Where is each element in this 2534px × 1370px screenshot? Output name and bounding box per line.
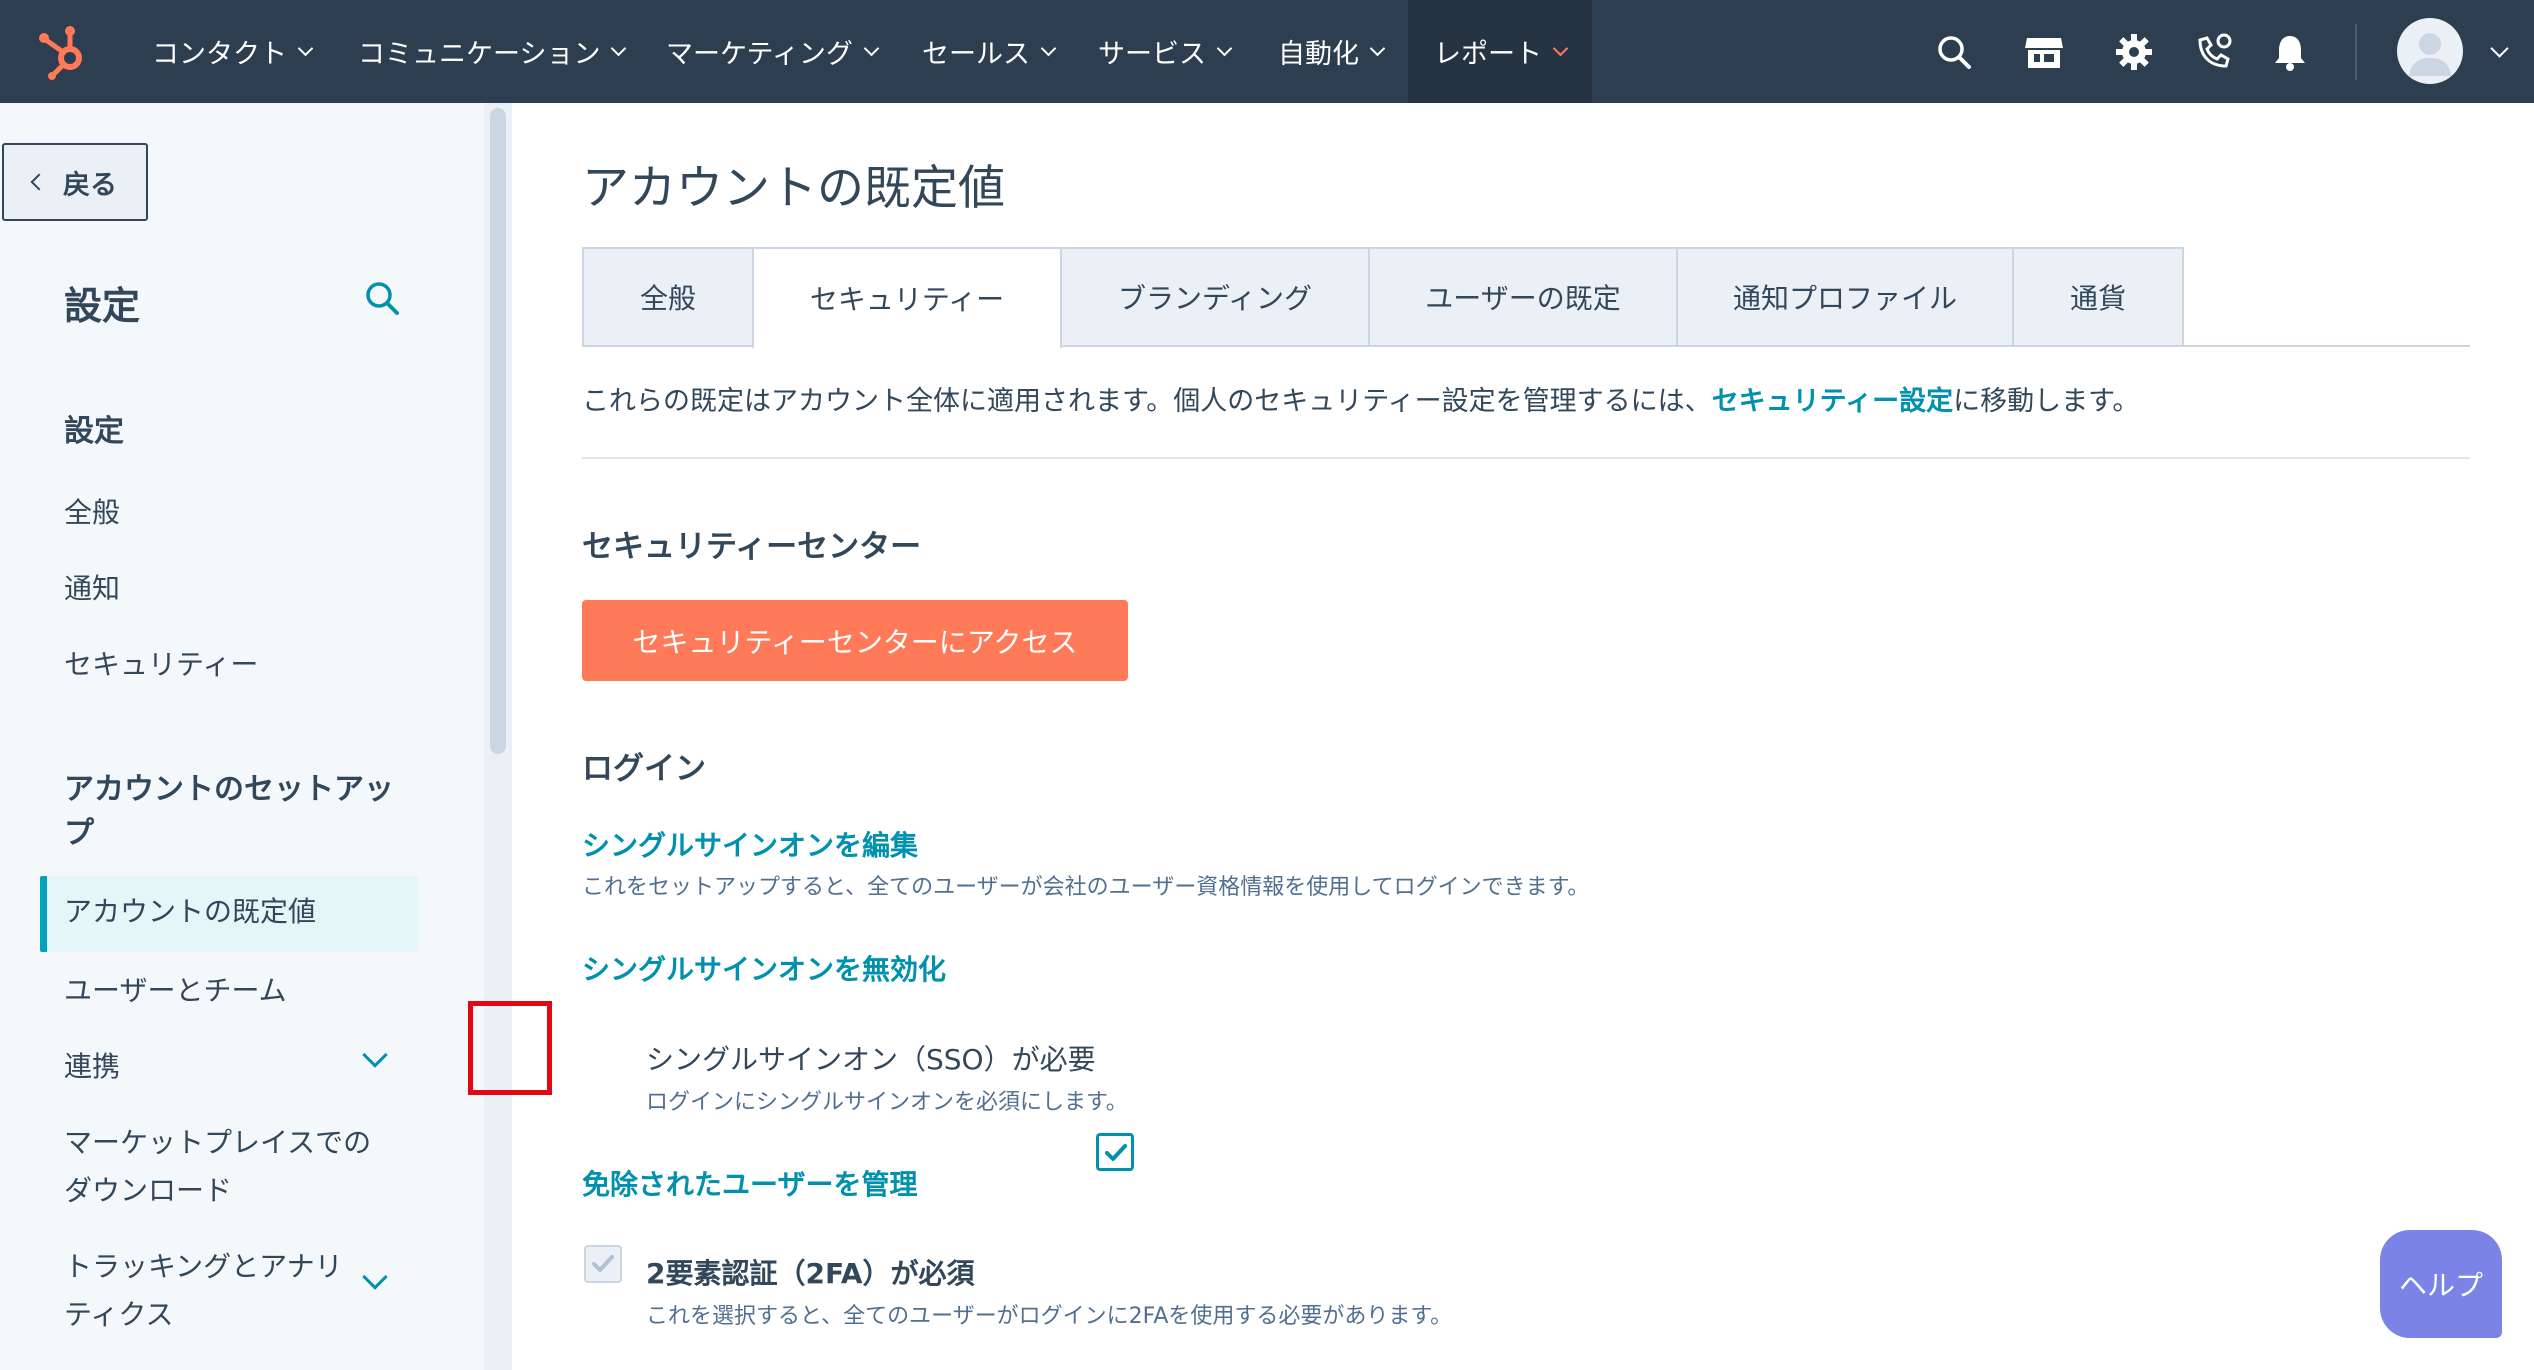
sidebar-item-integrations[interactable]: 連携 [64, 1043, 120, 1091]
tab-security[interactable]: セキュリティー [752, 247, 1062, 349]
require-2fa-label[interactable]: 2要素認証（2FA）が必須 [646, 1252, 975, 1292]
nav-marketing[interactable]: マーケティング [666, 0, 880, 103]
chevron-down-icon [1040, 40, 1057, 57]
tab-branding[interactable]: ブランディング [1060, 247, 1370, 347]
sidebar-section-heading-line: アカウントのセットアッ [64, 772, 394, 807]
tab-user-defaults[interactable]: ユーザーの既定 [1368, 247, 1678, 347]
sidebar-title: 設定 [64, 284, 141, 328]
checkmark-icon [1105, 1144, 1127, 1161]
chevron-down-icon [1369, 40, 1386, 57]
nav-service[interactable]: サービス [1098, 0, 1233, 103]
back-button-label: 戻る [63, 169, 117, 201]
sidebar-section-heading: アカウントのセットアッ プ [64, 768, 394, 856]
chevron-down-icon [1552, 40, 1569, 57]
nav-contacts[interactable]: コンタクト [152, 0, 314, 103]
chevron-down-icon [863, 40, 880, 57]
hubspot-logo-icon[interactable] [34, 20, 94, 80]
settings-gear-icon[interactable] [2112, 30, 2156, 74]
sidebar-item-users-teams[interactable]: ユーザーとチーム [64, 967, 287, 1015]
nav-automation-label: 自動化 [1278, 39, 1359, 70]
user-silhouette-icon [2409, 33, 2451, 76]
access-security-center-button[interactable]: セキュリティーセンターにアクセス [582, 600, 1128, 681]
require-sso-checkbox[interactable] [1096, 1133, 1134, 1171]
sidebar-item-label: ティクス [64, 1298, 174, 1331]
chevron-down-icon [297, 40, 314, 57]
require-2fa-description: これを選択すると、全てのユーザーがログインに2FAを使用する必要があります。 [646, 1304, 1453, 1329]
tab-notification-profiles[interactable]: 通知プロファイル [1676, 247, 2014, 347]
sidebar-item-label: マーケットプレイスでの [64, 1126, 372, 1159]
sidebar-item-notifications[interactable]: 通知 [64, 565, 120, 613]
page-title: アカウントの既定値 [582, 161, 1005, 216]
nav-conversations-label: コミュニケーション [358, 39, 601, 70]
search-icon[interactable] [360, 276, 404, 320]
nav-sales[interactable]: セールス [922, 0, 1057, 103]
divider [582, 457, 2470, 459]
chevron-down-icon[interactable] [362, 1042, 388, 1068]
sidebar-item-tracking-analytics[interactable]: トラッキングとアナリ ティクス [64, 1243, 343, 1339]
nav-reports[interactable]: レポート [1408, 0, 1592, 103]
sidebar-item-label: トラッキングとアナリ [64, 1250, 343, 1283]
chevron-down-icon[interactable] [362, 1264, 388, 1290]
edit-sso-link[interactable]: シングルサインオンを編集 [582, 824, 918, 864]
login-heading: ログイン [582, 751, 706, 787]
chevron-down-icon[interactable] [2490, 39, 2509, 58]
nav-automation[interactable]: 自動化 [1278, 0, 1386, 103]
disable-sso-link[interactable]: シングルサインオンを無効化 [582, 948, 946, 988]
intro-text-prefix: これらの既定はアカウント全体に適用されます。個人のセキュリティー設定を管理するに… [582, 386, 1712, 417]
notifications-bell-icon[interactable] [2268, 30, 2312, 74]
sidebar-section-heading-line: プ [64, 816, 94, 851]
require-sso-label[interactable]: シングルサインオン（SSO）が必要 [646, 1038, 1096, 1078]
search-icon[interactable] [1932, 30, 1976, 74]
intro-text-suffix: に移動します。 [1953, 386, 2140, 417]
edit-sso-description: これをセットアップすると、全てのユーザーが会社のユーザー資格情報を使用してログイ… [582, 875, 1590, 900]
sidebar-item-security[interactable]: セキュリティー [64, 641, 258, 689]
nav-conversations[interactable]: コミュニケーション [358, 0, 627, 103]
marketplace-icon[interactable] [2022, 30, 2066, 74]
nav-service-label: サービス [1098, 39, 1206, 70]
nav-sales-label: セールス [922, 39, 1030, 70]
nav-marketing-label: マーケティング [666, 39, 853, 70]
chevron-down-icon [611, 40, 627, 57]
require-sso-description: ログインにシングルサインオンを必須にします。 [646, 1090, 1128, 1115]
sidebar-section-heading: 設定 [64, 414, 124, 449]
sidebar-item-label: ダウンロード [64, 1174, 233, 1207]
sidebar-item-marketplace-downloads[interactable]: マーケットプレイスでの ダウンロード [64, 1119, 371, 1215]
back-button[interactable]: 戻る [2, 143, 148, 221]
nav-contacts-label: コンタクト [152, 39, 287, 70]
sidebar-item-general[interactable]: 全般 [64, 489, 120, 537]
security-center-heading: セキュリティーセンター [582, 529, 922, 565]
checkmark-icon [592, 1255, 614, 1272]
sidebar-item-account-defaults[interactable]: アカウントの既定値 [40, 876, 418, 952]
nav-divider [2355, 24, 2357, 80]
top-navigation-bar: コンタクト コミュニケーション マーケティング セールス サービス 自動化 レポ… [0, 0, 2534, 103]
main-content: アカウントの既定値 全般 セキュリティー ブランディング ユーザーの既定 通知プ… [468, 103, 2534, 1370]
highlight-box [468, 1001, 552, 1095]
intro-text: これらの既定はアカウント全体に適用されます。個人のセキュリティー設定を管理するに… [582, 379, 2139, 418]
sidebar-item-label: アカウントの既定値 [64, 895, 317, 928]
chevron-down-icon [1216, 40, 1233, 57]
user-avatar[interactable] [2397, 18, 2463, 84]
require-2fa-checkbox[interactable] [584, 1245, 622, 1283]
tab-currency[interactable]: 通貨 [2012, 247, 2184, 347]
help-button[interactable]: ヘルプ [2380, 1230, 2502, 1338]
manage-exempt-users-link[interactable]: 免除されたユーザーを管理 [582, 1163, 917, 1203]
tab-general[interactable]: 全般 [582, 247, 754, 347]
calling-icon[interactable] [2192, 30, 2236, 74]
nav-reports-label: レポート [1434, 39, 1542, 70]
security-settings-link[interactable]: セキュリティー設定 [1712, 386, 1953, 417]
chevron-left-icon [30, 173, 48, 191]
sidebar-scrollbar-thumb[interactable] [490, 108, 506, 754]
settings-sidebar: 戻る 設定 設定 全般 通知 セキュリティー アカウントのセットアッ プ アカウ… [0, 103, 484, 1370]
